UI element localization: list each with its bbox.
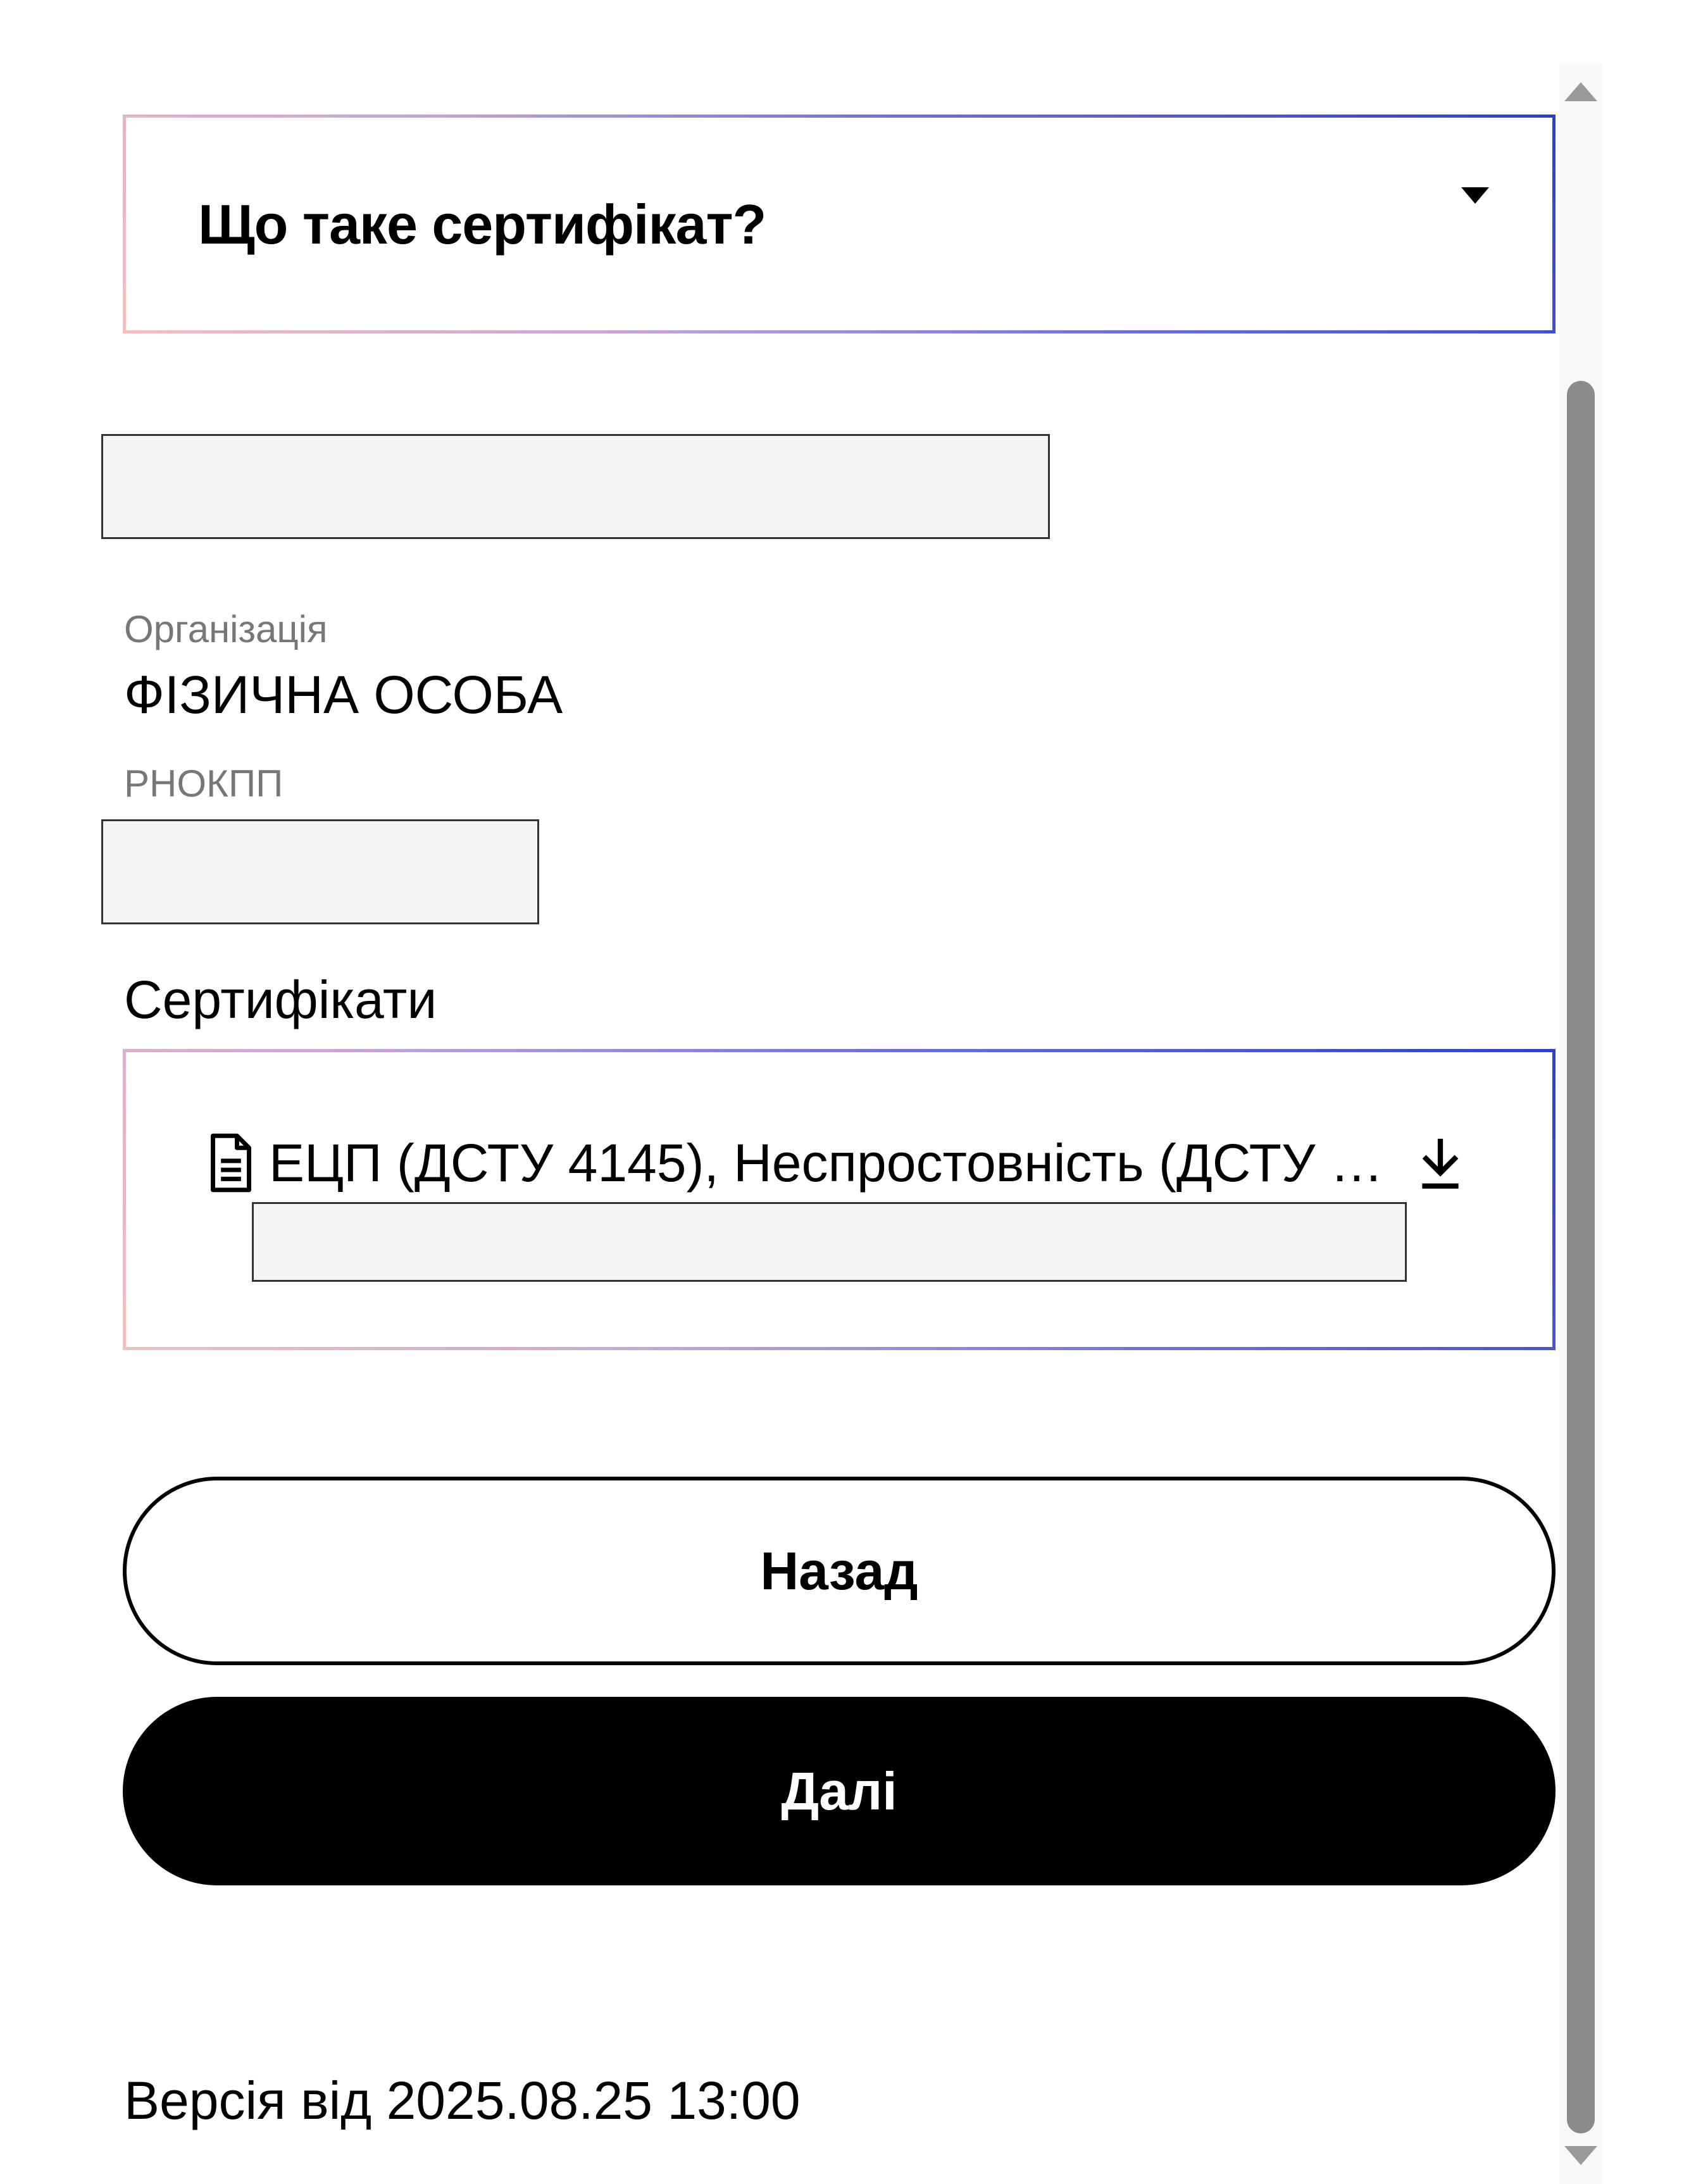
certificates-title: Сертифікати: [124, 970, 437, 1029]
redacted-owner-name: [101, 434, 1050, 539]
scroll-up-icon[interactable]: [1564, 82, 1597, 101]
redacted-tax-id: [101, 819, 539, 924]
certificate-name: ЕЦП (ДСТУ 4145), Неспростовність (ДСТУ 4…: [269, 1132, 1395, 1193]
next-button[interactable]: Далі: [123, 1697, 1556, 1885]
caret-down-icon[interactable]: [1461, 187, 1489, 204]
certificate-item: ЕЦП (ДСТУ 4145), Неспростовність (ДСТУ 4…: [207, 1128, 1485, 1198]
faq-title: Що таке сертифікат?: [198, 193, 766, 256]
back-button[interactable]: Назад: [123, 1477, 1556, 1665]
redacted-certificate-details: [252, 1202, 1407, 1282]
organization-label: Організація: [124, 608, 328, 650]
organization-value: ФІЗИЧНА ОСОБА: [124, 665, 563, 724]
version-text: Версія від 2025.08.25 13:00: [124, 2071, 801, 2130]
scrollbar-thumb[interactable]: [1567, 381, 1595, 2133]
faq-accordion[interactable]: Що таке сертифікат?: [123, 115, 1556, 333]
certificate-card: ЕЦП (ДСТУ 4145), Неспростовність (ДСТУ 4…: [123, 1049, 1556, 1350]
scroll-down-icon[interactable]: [1564, 2146, 1597, 2165]
certificate-page: Що таке сертифікат? Організація ФІЗИЧНА …: [0, 0, 1696, 2184]
scrollbar[interactable]: [1559, 63, 1602, 2184]
tax-id-label: РНОКПП: [124, 762, 284, 805]
document-icon: [211, 1133, 251, 1193]
download-icon[interactable]: [1418, 1134, 1462, 1191]
